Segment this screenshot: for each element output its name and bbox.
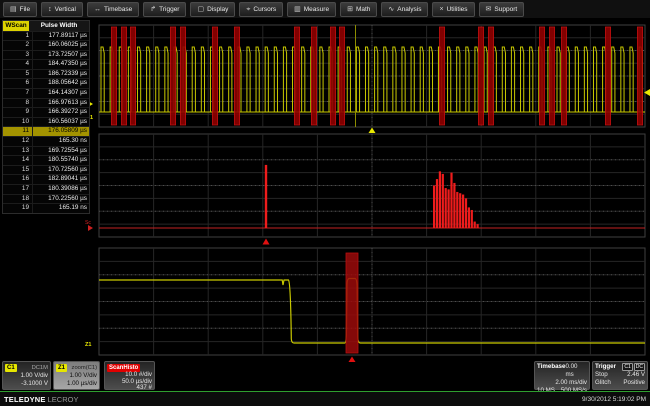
- trigger-mode: Stop: [595, 371, 608, 379]
- row-index: 13: [3, 147, 32, 156]
- row-index: 18: [3, 195, 32, 204]
- table-row[interactable]: 6188.05642 µs: [3, 78, 89, 88]
- wavescan-table-header: WScan Pulse Width: [3, 21, 89, 31]
- pulse-width-value: 170.72560 µs: [32, 166, 89, 175]
- row-index: 16: [3, 175, 32, 184]
- trigger-slope: Positive: [623, 379, 645, 387]
- pulse-width-value: 165.19 ns: [32, 204, 89, 213]
- pulse-width-value: 170.22560 µs: [32, 195, 89, 204]
- pulse-width-value: 186.72339 µs: [32, 70, 89, 79]
- row-index: 15: [3, 166, 32, 175]
- row-index: 3: [3, 51, 32, 60]
- c1-coupling: DC1M: [32, 364, 48, 372]
- row-index: 11: [3, 127, 32, 136]
- z1-vdiv: 1.00 V/div: [56, 372, 97, 380]
- table-row[interactable]: 7164.14307 µs: [3, 88, 89, 98]
- table-row[interactable]: 4184.47350 µs: [3, 59, 89, 69]
- row-index: 17: [3, 185, 32, 194]
- table-row[interactable]: 10160.56037 µs: [3, 117, 89, 127]
- waveform-display-area[interactable]: C1 Sc Z1: [0, 0, 650, 406]
- table-row[interactable]: 1177.89117 µs: [3, 31, 89, 41]
- row-index: 8: [3, 99, 32, 108]
- c1-vdiv: 1.00 V/div: [5, 372, 48, 380]
- pulse-width-value: 160.06025 µs: [32, 41, 89, 50]
- table-row[interactable]: 12165.30 ns: [3, 136, 89, 146]
- histogram-trace-label: Sc: [85, 220, 91, 226]
- table-row[interactable]: 19165.19 ns: [3, 203, 89, 213]
- trigger-source-badge: C1: [622, 363, 632, 371]
- row-index: 2: [3, 41, 32, 50]
- pulse-width-value: 166.97613 µs: [32, 99, 89, 108]
- trigger-time-marker[interactable]: [369, 128, 376, 134]
- oscilloscope-window: ▤File↕Vertical↔Timebase↱Trigger▢Display⌖…: [0, 0, 650, 406]
- row-index: 5: [3, 70, 32, 79]
- pulse-width-value: 188.05642 µs: [32, 79, 89, 88]
- row-index: 4: [3, 60, 32, 69]
- selected-event-marker[interactable]: [263, 239, 270, 245]
- z1-tdiv: 1.00 µs/div: [56, 380, 97, 388]
- table-row[interactable]: 9166.39272 µs: [3, 107, 89, 117]
- pulse-width-value: 165.30 ns: [32, 137, 89, 146]
- table-row[interactable]: 16182.89041 µs: [3, 174, 89, 184]
- wavescan-title[interactable]: WScan: [3, 21, 29, 31]
- pulse-width-value: 169.72554 µs: [32, 147, 89, 156]
- timebase-descriptor[interactable]: Timebase 0.00 ms 2.00 ms/div 10 MS 500 M…: [534, 361, 590, 390]
- z1-source: zoom(C1): [72, 364, 97, 372]
- table-row[interactable]: 14180.55740 µs: [3, 155, 89, 165]
- row-index: 7: [3, 89, 32, 98]
- pulse-width-value: 173.72507 µs: [32, 51, 89, 60]
- table-row[interactable]: 3173.72507 µs: [3, 50, 89, 60]
- pulse-width-value: 176.05809 µs: [32, 127, 89, 136]
- row-index: 14: [3, 156, 32, 165]
- trigger-coupling-badge: DC: [634, 363, 645, 371]
- row-index: 19: [3, 204, 32, 213]
- trigger-descriptor[interactable]: Trigger C1DC Stop 2.46 V Glitch Positive: [592, 361, 648, 390]
- pulse-width-value: 160.56037 µs: [32, 118, 89, 127]
- histogram-grid: [99, 134, 645, 237]
- row-index: 1: [3, 32, 32, 41]
- brand-logo: TELEDYNELECROY: [4, 395, 78, 404]
- c1-badge: C1: [5, 364, 17, 372]
- z1-zoom-descriptor[interactable]: Z1 zoom(C1) 1.00 V/div 1.00 µs/div: [53, 361, 100, 390]
- z1-trace-label: Z1: [85, 342, 91, 348]
- table-row[interactable]: 18170.22560 µs: [3, 194, 89, 204]
- status-bar: TELEDYNELECROY 9/30/2012 5:19:02 PM: [0, 392, 650, 406]
- pulse-width-value: 180.55740 µs: [32, 156, 89, 165]
- pulse-width-value: 184.47350 µs: [32, 60, 89, 69]
- pulse-width-value: 177.89117 µs: [32, 32, 89, 41]
- table-row[interactable]: 8166.97613 µs: [3, 98, 89, 108]
- brand-teledyne: TELEDYNE: [4, 395, 46, 404]
- table-row[interactable]: 2160.06025 µs: [3, 40, 89, 50]
- z1-badge: Z1: [56, 364, 67, 372]
- pulse-width-value: 166.39272 µs: [32, 108, 89, 117]
- trigger-type: Glitch: [595, 379, 611, 387]
- scanhisto-descriptor[interactable]: ScanHisto 10.0 #/div 50.0 µs/div 437 #: [104, 361, 155, 390]
- timebase-offset: 0.00 ms: [565, 363, 587, 379]
- trigger-level: 2.46 V: [627, 371, 645, 379]
- trigger-title: Trigger: [595, 363, 616, 371]
- row-index: 12: [3, 137, 32, 146]
- pulse-width-value: 180.39086 µs: [32, 185, 89, 194]
- wavescan-table[interactable]: WScan Pulse Width 1177.89117 µs2160.0602…: [2, 20, 90, 214]
- row-index: 10: [3, 118, 32, 127]
- zoom-event-marker[interactable]: [349, 357, 356, 363]
- pulse-width-value: 182.89041 µs: [32, 175, 89, 184]
- table-row[interactable]: 13169.72554 µs: [3, 146, 89, 156]
- table-row[interactable]: 11176.05809 µs: [3, 126, 89, 136]
- table-row[interactable]: 17180.39086 µs: [3, 184, 89, 194]
- table-row[interactable]: 15170.72560 µs: [3, 165, 89, 175]
- timebase-scale: 2.00 ms/div: [537, 379, 587, 387]
- c1-offset: -3.1000 V: [5, 380, 48, 388]
- brand-lecroy: LECROY: [48, 395, 79, 404]
- c1-channel-descriptor[interactable]: C1 DC1M 1.00 V/div -3.1000 V: [2, 361, 51, 390]
- pulse-width-value: 164.14307 µs: [32, 89, 89, 98]
- row-index: 6: [3, 79, 32, 88]
- zoomed-scan-event-bar: [346, 253, 358, 353]
- pulse-width-column-header: Pulse Width: [29, 21, 89, 31]
- row-index: 9: [3, 108, 32, 117]
- table-row[interactable]: 5186.72339 µs: [3, 69, 89, 79]
- datetime-display: 9/30/2012 5:19:02 PM: [582, 396, 646, 403]
- timebase-title: Timebase: [537, 363, 565, 379]
- zoom-grid: [99, 248, 645, 355]
